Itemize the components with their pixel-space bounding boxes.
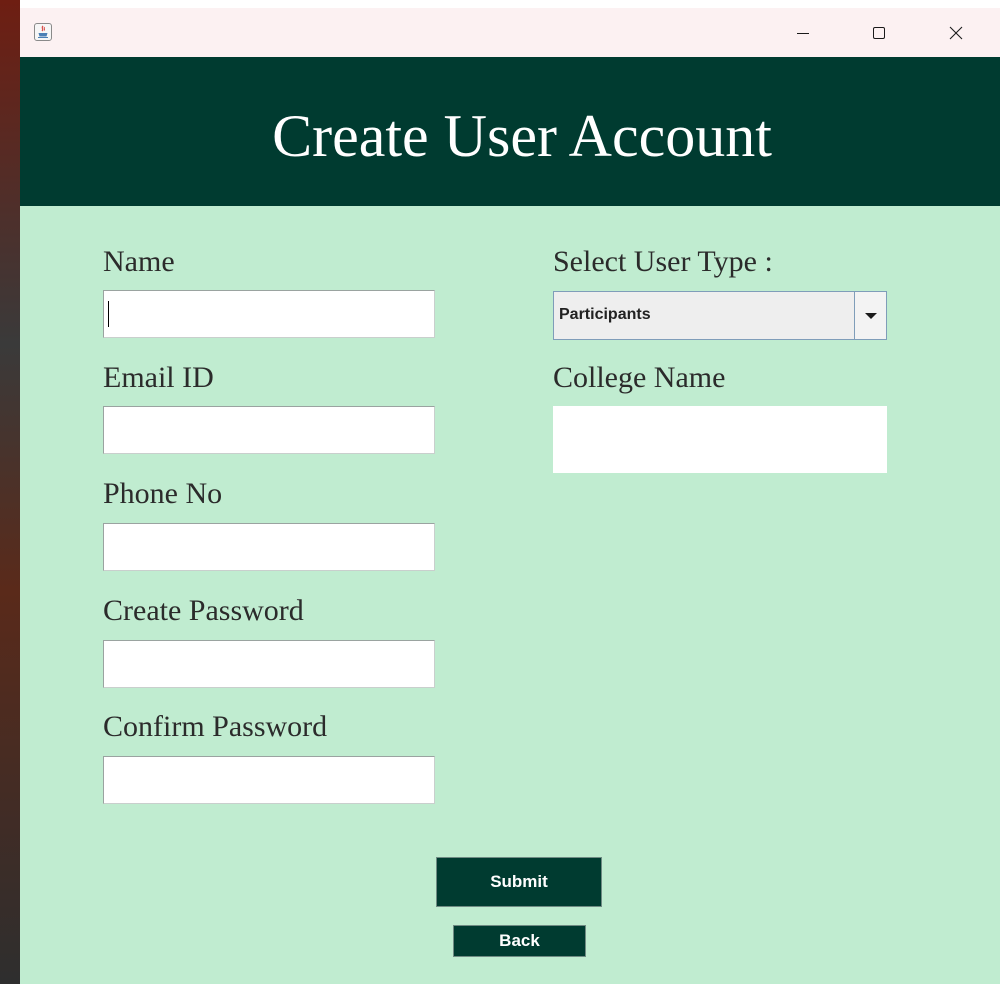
minimize-icon xyxy=(797,32,809,34)
chevron-down-icon xyxy=(864,312,877,319)
back-button[interactable]: Back xyxy=(453,925,586,957)
submit-button[interactable]: Submit xyxy=(436,857,602,907)
text-cursor xyxy=(108,301,109,327)
phone-label: Phone No xyxy=(103,477,223,510)
confirm-password-label: Confirm Password xyxy=(103,710,328,743)
desktop-background xyxy=(0,0,20,984)
maximize-icon xyxy=(873,26,885,39)
college-name-input[interactable] xyxy=(553,406,887,473)
user-type-selected-value: Participants xyxy=(559,306,651,323)
name-input[interactable] xyxy=(103,290,435,338)
confirm-password-input[interactable] xyxy=(103,756,435,804)
create-password-label: Create Password xyxy=(103,594,304,627)
phone-input[interactable] xyxy=(103,523,435,571)
college-name-label: College Name xyxy=(553,361,726,394)
minimize-button[interactable] xyxy=(780,8,826,57)
user-type-label: Select User Type : xyxy=(553,245,773,278)
maximize-button[interactable] xyxy=(856,8,902,57)
name-label: Name xyxy=(103,245,175,278)
close-button[interactable] xyxy=(933,8,979,57)
dropdown-arrow-button[interactable] xyxy=(854,292,886,339)
page-header: Create User Account xyxy=(20,57,1000,206)
window-titlebar[interactable] xyxy=(20,8,1000,57)
page-title: Create User Account xyxy=(272,103,772,169)
email-input[interactable] xyxy=(103,406,435,454)
java-app-icon[interactable] xyxy=(34,23,52,41)
user-type-select[interactable]: Participants xyxy=(553,291,887,340)
email-label: Email ID xyxy=(103,361,214,394)
app-window: Create User Account Name Email ID Phone … xyxy=(20,8,1000,984)
create-password-input[interactable] xyxy=(103,640,435,688)
close-icon xyxy=(949,26,963,39)
